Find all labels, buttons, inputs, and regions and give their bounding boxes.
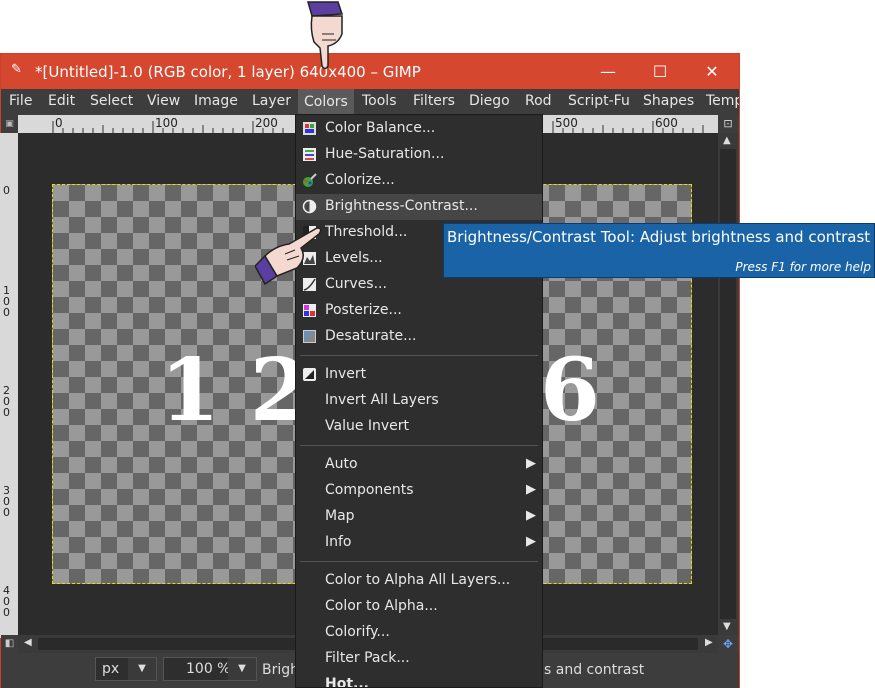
menu-item-color-to-alpha-all-layers[interactable]: Color to Alpha All Layers... [296, 568, 542, 594]
chevron-down-icon[interactable]: ▼ [228, 658, 256, 680]
menu-view[interactable]: View [147, 93, 180, 109]
menu-colors[interactable]: Colors [298, 89, 354, 115]
pointing-hand-cursor-icon [307, 1, 344, 70]
ruler-label-600: 600 [655, 116, 678, 130]
ruler-label-200: 200 [255, 116, 278, 130]
ruler-corner[interactable]: ▣ [1, 115, 18, 133]
chevron-down-icon[interactable]: ▼ [128, 658, 156, 680]
menu-select[interactable]: Select [90, 93, 133, 109]
menu-item-posterize[interactable]: Posterize... [296, 298, 542, 324]
submenu-arrow-icon: ▶ [526, 456, 536, 471]
menu-item-brightness-contrast[interactable]: Brightness-Contrast... [296, 194, 542, 220]
close-button[interactable]: ✕ [689, 59, 735, 85]
menu-item-info[interactable]: Info ▶ [296, 530, 542, 556]
canvas-text-right: 6 [540, 340, 600, 441]
menu-diego[interactable]: Diego [469, 93, 510, 109]
pointing-hand-cursor-icon [255, 227, 322, 286]
menu-item-components[interactable]: Components ▶ [296, 478, 542, 504]
ruler-label-100: 100 [155, 116, 178, 130]
menu-bar: File Edit Select View Image Layer Colors… [1, 89, 739, 115]
ruler-v-label-200: 200 [3, 384, 10, 419]
ruler-v-label-300: 300 [3, 484, 10, 519]
menu-filters[interactable]: Filters [413, 93, 455, 109]
ruler-v-label-0: 0 [3, 184, 10, 197]
menu-tools[interactable]: Tools [362, 93, 397, 109]
minimize-button[interactable]: — [585, 59, 631, 85]
menu-item-hue-saturation[interactable]: Hue-Saturation... [296, 142, 542, 168]
ruler-v-label-100: 100 [3, 284, 10, 319]
posterize-icon [303, 304, 316, 317]
menu-item-color-balance[interactable]: Color Balance... [296, 116, 542, 142]
menu-shapes[interactable]: Shapes [643, 93, 694, 109]
menu-item-value-invert[interactable]: Value Invert [296, 414, 542, 440]
brightness-contrast-icon [302, 199, 317, 214]
zoom-combo[interactable]: 100 % ▼ [163, 657, 257, 681]
quick-mask-icon[interactable]: ◧ [1, 635, 18, 653]
scroll-down-icon[interactable]: ▼ [723, 621, 731, 632]
menu-item-color-to-alpha[interactable]: Color to Alpha... [296, 594, 542, 620]
ruler-corner-right[interactable]: ⊡ [718, 115, 738, 133]
canvas-text-left: 1 2 [160, 340, 310, 441]
menu-file[interactable]: File [9, 93, 32, 109]
vertical-scroll-thumb[interactable] [720, 149, 736, 619]
unit-value: px [102, 661, 120, 677]
menu-item-auto[interactable]: Auto ▶ [296, 452, 542, 478]
color-balance-icon [303, 122, 316, 135]
ruler-v-label-400: 400 [3, 584, 10, 619]
menu-item-filter-pack[interactable]: Filter Pack... [296, 646, 542, 672]
menu-separator [300, 355, 538, 356]
scroll-left-icon[interactable]: ◀ [24, 637, 32, 648]
menu-script-fu[interactable]: Script-Fu [568, 93, 630, 109]
menu-edit[interactable]: Edit [48, 93, 75, 109]
menu-item-map[interactable]: Map ▶ [296, 504, 542, 530]
tooltip-hint: Press F1 for more help [735, 260, 871, 274]
title-bar[interactable]: ✎ *[Untitled]-1.0 (RGB color, 1 layer) 6… [1, 54, 739, 89]
submenu-arrow-icon: ▶ [526, 482, 536, 497]
vertical-scrollbar[interactable]: ▲ ▼ [718, 133, 738, 635]
scroll-right-icon[interactable]: ▶ [705, 637, 713, 648]
gimp-logo-icon: ✎ [11, 62, 22, 77]
menu-item-invert-all-layers[interactable]: Invert All Layers [296, 388, 542, 414]
status-message-left: Brigh [262, 662, 300, 678]
menu-item-desaturate[interactable]: Desaturate... [296, 324, 542, 350]
unit-combo[interactable]: px ▼ [95, 657, 157, 681]
invert-icon [303, 368, 316, 381]
colorize-icon [303, 173, 317, 187]
ruler-label-0: 0 [55, 116, 63, 130]
colors-menu: Color Balance... Hue-Saturation... Color… [295, 114, 543, 688]
menu-item-hot[interactable]: Hot... [296, 672, 542, 687]
tooltip-title: Brightness/Contrast Tool: Adjust brightn… [447, 228, 871, 246]
menu-image[interactable]: Image [194, 93, 238, 109]
tooltip: Brightness/Contrast Tool: Adjust brightn… [443, 223, 875, 278]
zoom-value: 100 % [186, 661, 231, 677]
hue-saturation-icon [303, 148, 316, 161]
menu-separator [300, 561, 538, 562]
submenu-arrow-icon: ▶ [526, 534, 536, 549]
menu-item-invert[interactable]: Invert [296, 362, 542, 388]
submenu-arrow-icon: ▶ [526, 508, 536, 523]
menu-layer[interactable]: Layer [252, 93, 291, 109]
menu-temp[interactable]: Temp [706, 93, 739, 109]
maximize-button[interactable]: ☐ [637, 59, 683, 85]
menu-separator [300, 445, 538, 446]
menu-item-colorify[interactable]: Colorify... [296, 620, 542, 646]
window-title: *[Untitled]-1.0 (RGB color, 1 layer) 640… [35, 63, 421, 81]
navigate-icon[interactable]: ✥ [718, 635, 738, 653]
menu-item-colorize[interactable]: Colorize... [296, 168, 542, 194]
ruler-label-500: 500 [555, 116, 578, 130]
vertical-ruler[interactable]: 0 100 200 300 400 [0, 133, 18, 638]
scroll-up-icon[interactable]: ▲ [723, 135, 731, 146]
status-message-right: s and contrast [544, 662, 645, 678]
desaturate-icon [303, 330, 316, 343]
menu-rod[interactable]: Rod [525, 93, 552, 109]
